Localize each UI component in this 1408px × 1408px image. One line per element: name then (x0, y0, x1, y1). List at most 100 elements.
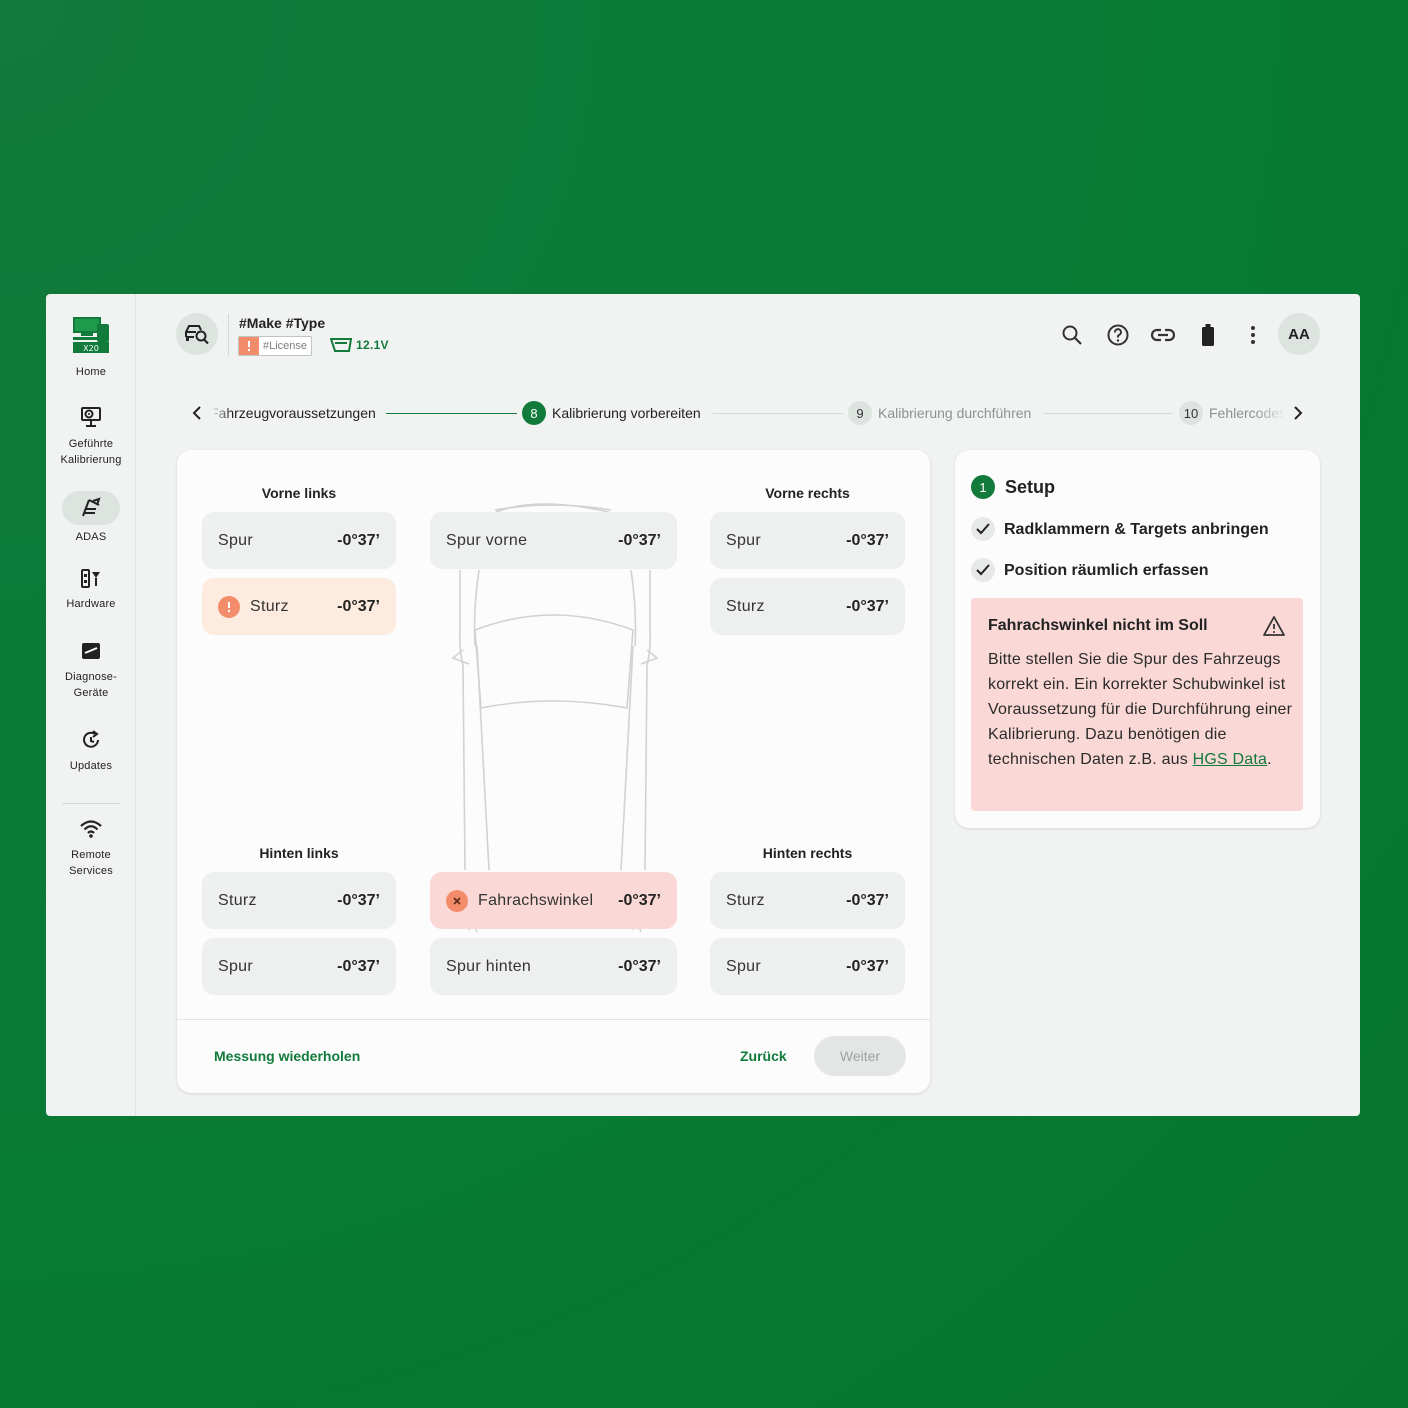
step-connector (713, 413, 843, 414)
step-current[interactable]: 8 Kalibrierung vorbereiten (522, 401, 701, 425)
front-right-sturz: Sturz -0°37’ (710, 578, 905, 635)
warning-triangle-icon (1263, 616, 1285, 636)
fahrachswinkel: Fahrachswinkel -0°37’ (430, 872, 677, 929)
sidebar-divider (62, 803, 120, 804)
measurement-value: -0°37’ (337, 957, 380, 975)
measurement-label: Spur (726, 531, 761, 549)
hardware-icon (81, 569, 100, 588)
rear-right-spur: Spur -0°37’ (710, 938, 905, 995)
more-icon (1251, 326, 1255, 344)
measurement-label: Spur (218, 957, 253, 975)
measurement-value: -0°37’ (846, 597, 889, 615)
adas-icon (82, 497, 101, 517)
step-label: Kalibrierung durchführen (878, 405, 1032, 421)
sidebar-item-label: Updates (69, 760, 113, 772)
front-left-spur: Spur -0°37’ (202, 512, 396, 569)
measurement-value: -0°37’ (618, 891, 661, 909)
measurement-label: Spur hinten (446, 957, 532, 975)
measurement-value: -0°37’ (618, 531, 661, 549)
step-after[interactable]: 10 Fehlercodes (1179, 401, 1284, 425)
next-button[interactable]: Weiter (814, 1036, 906, 1076)
measurement-value: -0°37’ (846, 957, 889, 975)
sidebar-item-updates[interactable]: Updates (46, 728, 136, 774)
repeat-measurement-button[interactable]: Messung wiederholen (214, 1048, 360, 1064)
vehicle-search-button[interactable] (176, 313, 218, 355)
setup-card: 1 Setup Radklammern & Targets anbringen … (955, 450, 1320, 828)
sidebar-item-label: Remote Services (69, 849, 113, 877)
setup-step-number: 1 (971, 475, 995, 499)
measurement-value: -0°37’ (337, 597, 380, 615)
avatar[interactable]: AA (1278, 313, 1320, 355)
warning-icon (218, 595, 240, 618)
vehicle-title: #Make #Type (239, 315, 326, 331)
section-rear-left: Hinten links (259, 845, 339, 861)
measurement-label: Sturz (218, 891, 257, 909)
sidebar-item-guided-calibration[interactable]: Geführte Kalibrierung (46, 406, 136, 468)
more-button[interactable] (1241, 323, 1265, 347)
license-text: #License (263, 340, 308, 352)
check-icon (971, 517, 995, 541)
measurement-value: -0°37’ (846, 891, 889, 909)
voltage-value: 12.1V (356, 338, 389, 352)
battery-voltage: 12.1V (330, 337, 389, 353)
step-number: 8 (522, 401, 546, 425)
step-connector (1043, 413, 1173, 414)
measurement-label: Spur (218, 531, 253, 549)
sidebar-item-home[interactable]: X20 Home (46, 316, 136, 380)
step-number: 9 (848, 401, 872, 425)
alert-trailing: . (1267, 751, 1272, 768)
step-previous[interactable]: Fahrzeugvoraussetzungen (214, 401, 382, 425)
section-rear-right: Hinten rechts (762, 845, 853, 861)
search-button[interactable] (1060, 323, 1084, 347)
measurement-label: Spur (726, 957, 761, 975)
diagnosis-device-icon (82, 643, 100, 659)
rear-left-sturz: Sturz -0°37’ (202, 872, 396, 929)
spur-vorne: Spur vorne -0°37’ (430, 512, 677, 569)
chevron-left-icon (192, 406, 201, 420)
link-button[interactable] (1151, 323, 1175, 347)
measurement-value: -0°37’ (337, 891, 380, 909)
setup-title: Setup (1005, 477, 1056, 497)
measurement-label: Fahrachswinkel (478, 891, 594, 909)
stepper-next-button[interactable] (1286, 401, 1310, 425)
hgs-data-link[interactable]: HGS Data (1193, 751, 1268, 768)
stepper-prev-button[interactable] (185, 401, 209, 425)
app-window: X20 Home Geführte Kalibrierung ADAS Hard… (46, 294, 1360, 1116)
measurement-value: -0°37’ (337, 531, 380, 549)
setup-item: Position räumlich erfassen (1004, 562, 1209, 579)
setup-item: Radklammern & Targets anbringen (1004, 521, 1269, 538)
card-footer-divider (177, 1019, 930, 1020)
measurement-label: Sturz (726, 891, 765, 909)
measurement-value: -0°37’ (846, 531, 889, 549)
step-label: Fehlercodes (1209, 405, 1284, 421)
sidebar: X20 Home Geführte Kalibrierung ADAS Hard… (46, 294, 136, 1116)
sidebar-item-label: Hardware (66, 598, 116, 610)
sidebar-item-remote-services[interactable]: Remote Services (46, 817, 136, 879)
car-search-icon (185, 325, 209, 345)
search-icon (1062, 325, 1082, 345)
spur-hinten: Spur hinten -0°37’ (430, 938, 677, 995)
wifi-icon (80, 820, 102, 838)
error-alert: Fahrachswinkel nicht im Soll Bitte stell… (971, 598, 1303, 811)
battery-button[interactable] (1196, 323, 1220, 347)
svg-text:X20: X20 (83, 344, 99, 353)
front-left-sturz: Sturz -0°37’ (202, 578, 396, 635)
help-button[interactable] (1106, 323, 1130, 347)
section-front-right: Vorne rechts (765, 485, 850, 501)
help-icon (1107, 324, 1129, 346)
sidebar-item-diagnosis-devices[interactable]: Diagnose- Geräte (46, 639, 136, 701)
sidebar-item-label: Diagnose- Geräte (65, 671, 117, 699)
sidebar-item-adas[interactable]: ADAS (46, 491, 136, 545)
battery-icon (1202, 324, 1214, 346)
sidebar-item-hardware[interactable]: Hardware (46, 566, 136, 612)
measurement-label: Sturz (726, 597, 765, 615)
back-button[interactable]: Zurück (740, 1048, 787, 1064)
sidebar-item-label: ADAS (75, 531, 107, 543)
step-number: 10 (1179, 401, 1203, 425)
rear-right-sturz: Sturz -0°37’ (710, 872, 905, 929)
step-label: Kalibrierung vorbereiten (552, 405, 701, 421)
alert-title: Fahrachswinkel nicht im Soll (988, 617, 1208, 634)
step-next[interactable]: 9 Kalibrierung durchführen (848, 401, 1031, 425)
car-battery-icon (330, 338, 352, 352)
sidebar-item-label: Geführte Kalibrierung (60, 438, 122, 466)
